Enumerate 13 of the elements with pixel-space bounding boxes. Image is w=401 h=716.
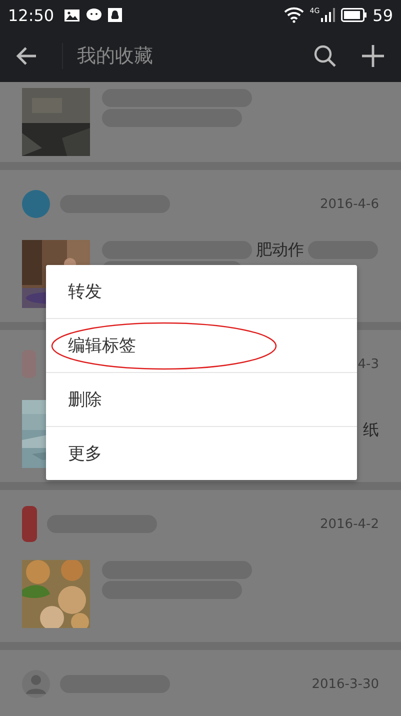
menu-item[interactable]: 更多 — [46, 426, 357, 480]
snippet-text: 纸 — [363, 420, 379, 440]
snippet-text: 肥动作 — [256, 240, 304, 260]
page-title: 我的收藏 — [62, 43, 301, 69]
menu-item[interactable]: 编辑标签 — [46, 318, 357, 372]
date-label: 2016-4-2 — [320, 516, 379, 532]
menu-item[interactable]: 转发 — [46, 265, 357, 318]
date-label: 4-3 — [358, 356, 379, 372]
status-time: 12:50 — [8, 6, 54, 24]
date-label: 2016-4-6 — [320, 196, 379, 212]
date-label: 2016-3-30 — [312, 676, 379, 692]
battery-percent: 59 — [372, 6, 393, 24]
menu-item[interactable]: 删除 — [46, 372, 357, 426]
